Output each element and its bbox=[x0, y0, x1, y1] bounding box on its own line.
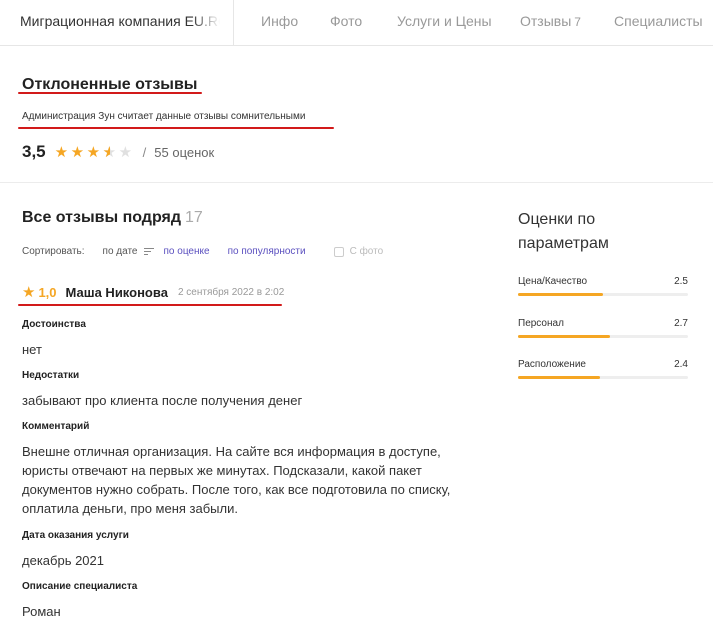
ratings-count[interactable]: 55 оценок bbox=[154, 145, 214, 160]
param-value: 2.5 bbox=[674, 276, 688, 287]
sort-by-rating[interactable]: по оценке bbox=[164, 246, 210, 257]
tab-reviews[interactable]: Отзывы 7 bbox=[520, 13, 581, 29]
with-photo-label[interactable]: С фото bbox=[350, 246, 384, 257]
overall-score: 3,5 bbox=[22, 142, 46, 161]
review-header: ★ 1,0 Маша Никонова 2 сентября 2022 в 2:… bbox=[22, 283, 284, 301]
overall-rating: 3,5 ★ ★ ★ ★ ★ / 55 оценок bbox=[22, 142, 214, 162]
cons-label: Недостатки bbox=[22, 370, 80, 381]
sort-lines-icon[interactable] bbox=[143, 247, 154, 256]
param-bar bbox=[518, 376, 688, 379]
pros-label: Достоинства bbox=[22, 319, 86, 330]
nav-divider bbox=[233, 0, 234, 46]
company-name[interactable]: Миграционная компания EU.RO G bbox=[20, 13, 220, 29]
tab-info[interactable]: Инфо bbox=[261, 13, 298, 29]
tab-reviews-count: 7 bbox=[574, 15, 581, 29]
star-icon: ★ bbox=[70, 143, 85, 161]
review-score: 1,0 bbox=[38, 284, 57, 300]
rejected-reviews-note: Администрация Зун считает данные отзывы … bbox=[22, 111, 306, 122]
specialist-value: Роман bbox=[22, 604, 61, 619]
params-title: Оценки по параметрам bbox=[518, 211, 609, 252]
star-icon: ★ bbox=[103, 145, 118, 160]
pros-text: нет bbox=[22, 342, 42, 357]
all-reviews-count: 17 bbox=[185, 209, 203, 226]
param-bar-fill bbox=[518, 376, 600, 379]
param-staff: Персонал 2.7 bbox=[518, 318, 688, 338]
param-bar bbox=[518, 293, 688, 296]
red-underline bbox=[18, 127, 334, 129]
photo-checkbox[interactable] bbox=[333, 246, 344, 257]
all-reviews-title-text: Все отзывы подряд bbox=[22, 209, 182, 226]
score-separator: / bbox=[142, 144, 147, 160]
review-author[interactable]: Маша Никонова bbox=[66, 285, 168, 300]
comment-label: Комментарий bbox=[22, 421, 90, 432]
rating-stars: ★ ★ ★ ★ ★ bbox=[55, 145, 135, 160]
param-value: 2.4 bbox=[674, 359, 688, 370]
red-underline bbox=[18, 92, 202, 94]
param-label: Цена/Качество bbox=[518, 276, 588, 287]
service-date-value: декабрь 2021 bbox=[22, 553, 104, 568]
star-icon: ★ bbox=[118, 143, 133, 161]
star-icon: ★ bbox=[22, 284, 36, 301]
tab-reviews-label: Отзывы bbox=[520, 13, 572, 29]
top-nav: Миграционная компания EU.RO G Инфо Фото … bbox=[0, 0, 713, 46]
star-icon: ★ bbox=[54, 143, 69, 161]
red-underline bbox=[18, 304, 282, 306]
specialist-label: Описание специалиста bbox=[22, 581, 138, 592]
param-bar-fill bbox=[518, 293, 603, 296]
sort-bar: Сортировать: по дате по оценке по популя… bbox=[22, 246, 383, 257]
param-label: Расположение bbox=[518, 359, 586, 370]
tab-services[interactable]: Услуги и Цены bbox=[397, 13, 492, 29]
param-bar bbox=[518, 335, 688, 338]
tab-photo[interactable]: Фото bbox=[330, 13, 362, 29]
param-label: Персонал bbox=[518, 318, 564, 329]
service-date-label: Дата оказания услуги bbox=[22, 530, 129, 541]
sort-label: Сортировать: bbox=[22, 246, 85, 257]
param-value: 2.7 bbox=[674, 318, 688, 329]
param-location: Расположение 2.4 bbox=[518, 359, 688, 379]
sort-by-date[interactable]: по дате bbox=[103, 246, 138, 257]
param-price-quality: Цена/Качество 2.5 bbox=[518, 276, 688, 296]
star-icon: ★ bbox=[86, 143, 101, 161]
section-divider bbox=[0, 182, 713, 183]
tab-specialists[interactable]: Специалисты bbox=[614, 13, 703, 29]
comment-text: Внешне отличная организация. На сайте вс… bbox=[22, 444, 451, 516]
sort-by-popularity[interactable]: по популярности bbox=[228, 246, 306, 257]
param-bar-fill bbox=[518, 335, 610, 338]
review-date: 2 сентября 2022 в 2:02 bbox=[177, 286, 285, 298]
cons-text: забывают про клиента после получения ден… bbox=[22, 393, 303, 408]
all-reviews-title: Все отзывы подряд 17 bbox=[22, 209, 203, 227]
